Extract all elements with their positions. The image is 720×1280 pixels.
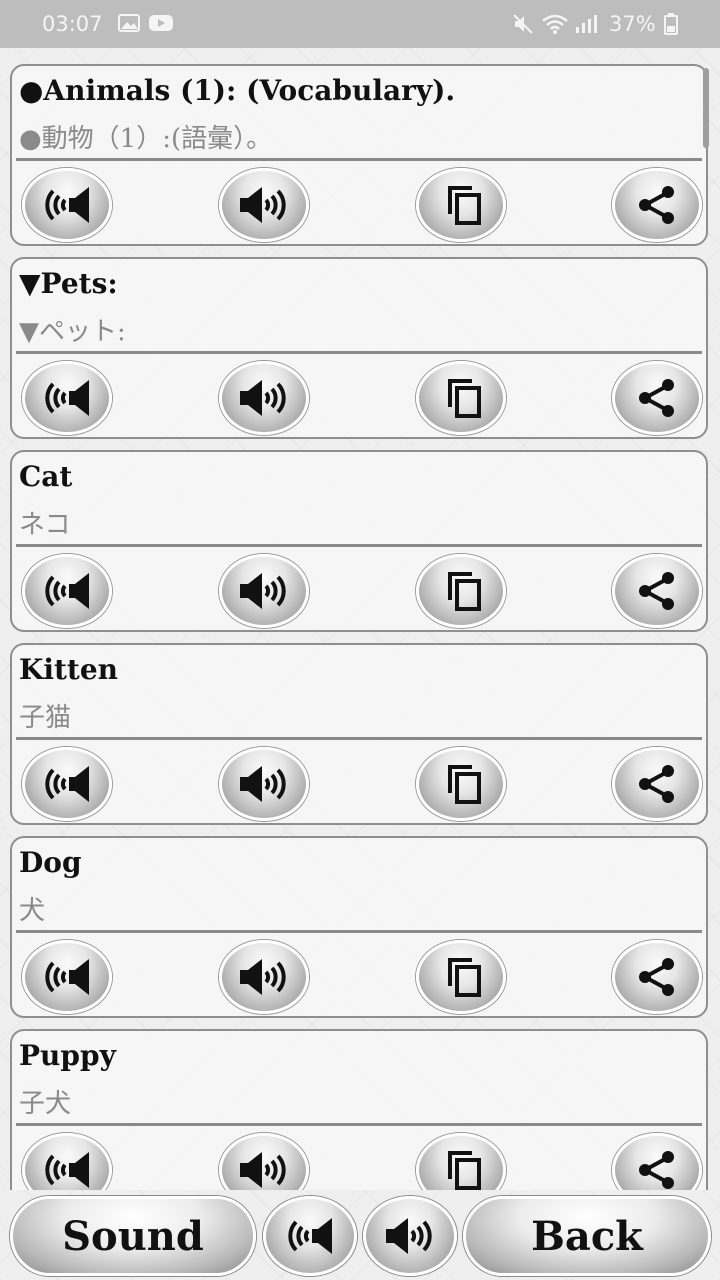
- share-icon: [639, 186, 674, 224]
- speaker-loud-icon: [240, 959, 286, 995]
- play-normal-button[interactable]: [363, 1196, 457, 1276]
- copy-icon: [448, 958, 481, 997]
- share-icon: [639, 765, 674, 803]
- share-button[interactable]: [612, 361, 702, 435]
- card-action-row: [12, 359, 706, 437]
- speaker-slow-icon: [45, 766, 89, 802]
- phrase-card: Dog 犬: [10, 836, 708, 1018]
- play-normal-button[interactable]: [219, 361, 309, 435]
- card-action-row: [12, 745, 706, 823]
- phrase-card: ▼Pets: ▼ペット:: [10, 257, 708, 439]
- phrase-list[interactable]: ●Animals (1): (Vocabulary). ●動物（1）:(語彙）。 ▼…: [0, 48, 720, 1190]
- status-time: 03:07: [42, 12, 103, 36]
- speaker-loud-icon: [240, 766, 286, 802]
- speaker-slow-icon: [45, 1152, 89, 1188]
- speaker-slow-icon: [45, 187, 89, 223]
- phrase-english: ▼Pets:: [19, 267, 118, 300]
- copy-icon: [448, 572, 481, 611]
- share-button[interactable]: [612, 554, 702, 628]
- bottom-bar: Sound Back: [0, 1190, 720, 1280]
- speaker-slow-icon: [45, 959, 89, 995]
- phrase-english: Dog: [19, 846, 82, 879]
- play-normal-button[interactable]: [219, 554, 309, 628]
- play-slow-button[interactable]: [263, 1196, 357, 1276]
- phrase-english: Kitten: [19, 653, 119, 686]
- copy-button[interactable]: [416, 940, 506, 1014]
- phrase-card: ●Animals (1): (Vocabulary). ●動物（1）:(語彙）。: [10, 64, 708, 246]
- copy-icon: [448, 1151, 481, 1190]
- card-divider: [16, 544, 702, 547]
- play-normal-button[interactable]: [219, 1133, 309, 1190]
- share-button[interactable]: [612, 940, 702, 1014]
- share-icon: [639, 379, 674, 417]
- play-slow-button[interactable]: [22, 168, 112, 242]
- copy-button[interactable]: [416, 1133, 506, 1190]
- back-button[interactable]: Back: [463, 1196, 711, 1276]
- share-button[interactable]: [612, 747, 702, 821]
- status-bar: 03:07 37%: [0, 0, 720, 48]
- share-icon: [639, 958, 674, 996]
- phrase-card: Kitten 子猫: [10, 643, 708, 825]
- card-divider: [16, 351, 702, 354]
- card-action-row: [12, 166, 706, 244]
- speaker-slow-icon: [45, 380, 89, 416]
- speaker-loud-icon: [240, 187, 286, 223]
- phrase-japanese: 犬: [19, 896, 46, 926]
- speaker-slow-icon: [45, 573, 89, 609]
- phrase-card: Cat ネコ: [10, 450, 708, 632]
- play-slow-button[interactable]: [22, 747, 112, 821]
- share-button[interactable]: [612, 1133, 702, 1190]
- copy-button[interactable]: [416, 554, 506, 628]
- phrase-japanese: ▼ペット:: [19, 317, 126, 347]
- play-slow-button[interactable]: [22, 1133, 112, 1190]
- scrollbar[interactable]: [703, 68, 709, 148]
- speaker-loud-icon: [240, 573, 286, 609]
- play-normal-button[interactable]: [219, 747, 309, 821]
- sound-button[interactable]: Sound: [10, 1196, 256, 1276]
- card-divider: [16, 737, 702, 740]
- phrase-english: Puppy: [19, 1039, 116, 1072]
- mute-icon: [512, 13, 534, 40]
- play-slow-button[interactable]: [22, 554, 112, 628]
- phrase-japanese: 子犬: [19, 1089, 72, 1119]
- card-action-row: [12, 552, 706, 630]
- copy-icon: [448, 186, 481, 225]
- share-icon: [639, 1151, 674, 1189]
- signal-icon: [574, 13, 598, 40]
- speaker-loud-icon: [240, 1152, 286, 1188]
- phrase-japanese: ネコ: [19, 510, 71, 540]
- phrase-japanese: 子猫: [19, 703, 72, 733]
- share-icon: [639, 572, 674, 610]
- play-slow-button[interactable]: [22, 361, 112, 435]
- play-normal-button[interactable]: [219, 168, 309, 242]
- phrase-card: Puppy 子犬: [10, 1029, 708, 1190]
- phrase-english: ●Animals (1): (Vocabulary).: [19, 74, 456, 107]
- phrase-japanese: ●動物（1）:(語彙）。: [19, 124, 273, 154]
- share-button[interactable]: [612, 168, 702, 242]
- battery-icon: [664, 13, 678, 40]
- play-normal-button[interactable]: [219, 940, 309, 1014]
- card-divider: [16, 158, 702, 161]
- copy-icon: [448, 765, 481, 804]
- speaker-slow-icon: [288, 1218, 332, 1254]
- gallery-icon: [118, 13, 140, 38]
- card-action-row: [12, 1131, 706, 1190]
- play-slow-button[interactable]: [22, 940, 112, 1014]
- copy-button[interactable]: [416, 747, 506, 821]
- speaker-loud-icon: [386, 1218, 432, 1254]
- youtube-icon: [148, 13, 174, 38]
- card-divider: [16, 1123, 702, 1126]
- copy-button[interactable]: [416, 168, 506, 242]
- card-action-row: [12, 938, 706, 1016]
- card-divider: [16, 930, 702, 933]
- copy-button[interactable]: [416, 361, 506, 435]
- battery-percentage: 37%: [609, 12, 656, 36]
- copy-icon: [448, 379, 481, 418]
- wifi-icon: [541, 13, 569, 40]
- speaker-loud-icon: [240, 380, 286, 416]
- phrase-english: Cat: [19, 460, 73, 493]
